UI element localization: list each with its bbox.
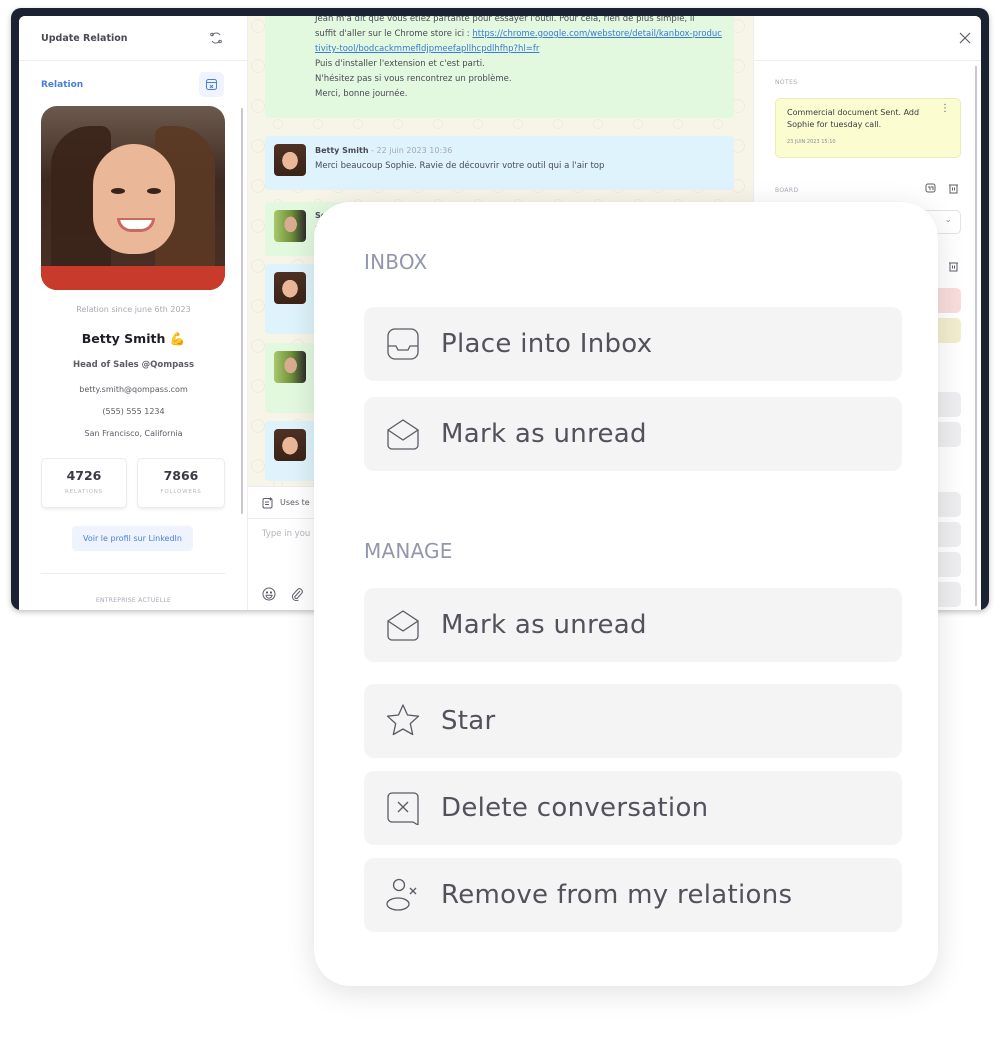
stat-value: 7866 — [163, 468, 199, 483]
stat-label: FOLLOWERS — [160, 489, 202, 495]
composer-tools — [262, 587, 304, 601]
trash-icon[interactable] — [948, 261, 959, 272]
emoji-icon[interactable] — [262, 587, 276, 601]
menu-item-label: Place into Inbox — [441, 329, 653, 359]
menu-item-label: Mark as unread — [441, 610, 647, 640]
message-text: Jean m'a dit que vous étiez partante pou… — [315, 16, 722, 99]
menu-item-label: Remove from my relations — [441, 880, 793, 910]
notes-label: NOTES — [775, 79, 798, 86]
contact-name: Betty Smith 💪 — [81, 331, 186, 346]
template-label: Uses te — [280, 498, 310, 507]
divider — [41, 573, 225, 574]
trash-icon[interactable] — [948, 183, 959, 194]
attachment-icon[interactable] — [290, 587, 304, 601]
contact-email: betty.smith@qompass.com — [79, 385, 188, 394]
delete-chat-icon — [385, 790, 421, 826]
place-into-inbox-button[interactable]: Place into Inbox — [364, 307, 902, 381]
message-text: Betty Smith - 22 juin 2023 10:36 Merci b… — [315, 143, 722, 174]
avatar — [274, 210, 306, 242]
board-label: BOARD — [775, 187, 799, 194]
mark-as-unread-button[interactable]: Mark as unread — [364, 397, 902, 471]
contact-phone: (555) 555 1234 — [102, 407, 165, 416]
menu-item-label: Delete conversation — [441, 793, 709, 823]
star-icon — [385, 703, 421, 739]
conversation-actions-menu: INBOX Place into Inbox Mark as unread MA… — [314, 202, 938, 986]
inbox-icon — [385, 326, 421, 362]
relation-panel-header: Update Relation — [19, 16, 247, 61]
menu-item-label: Star — [441, 706, 496, 736]
relation-panel: Update Relation Relation Relation since … — [19, 16, 248, 610]
remove-from-relations-button[interactable]: Remove from my relations — [364, 858, 902, 932]
message-body: Merci beaucoup Sophie. Ravie de découvri… — [315, 161, 605, 171]
right-scrollbar[interactable] — [975, 66, 977, 606]
details-panel-header — [754, 16, 981, 61]
relation-section-header: Relation — [19, 61, 247, 97]
calendar-x-icon — [206, 79, 217, 90]
stat-followers: 7866 FOLLOWERS — [137, 458, 225, 508]
message-input-placeholder[interactable]: Type in you — [262, 529, 310, 539]
current-company-label: ENTREPRISE ACTUELLE — [95, 597, 172, 604]
message-bubble: Betty Smith - 22 juin 2023 10:36 Merci b… — [265, 136, 734, 190]
avatar — [274, 144, 306, 176]
contact-job: Head of Sales @Qompass — [72, 360, 195, 370]
board-actions — [925, 183, 959, 194]
avatar — [274, 429, 306, 461]
note-date: 23 JUIN 2023 15:10 — [787, 139, 836, 145]
star-button[interactable]: Star — [364, 684, 902, 758]
board-icon[interactable] — [925, 183, 936, 194]
linkedin-profile-button[interactable]: Voir le profil sur LinkedIn — [72, 526, 193, 551]
template-icon — [262, 497, 273, 508]
more-options-icon[interactable]: ⋮ — [940, 104, 950, 114]
menu-section-inbox: INBOX — [364, 250, 428, 274]
stat-relations: 4726 RELATIONS — [41, 458, 127, 508]
relation-label: Relation — [41, 79, 84, 90]
relation-since: Relation since june 6th 2023 — [76, 305, 191, 314]
avatar — [274, 272, 306, 304]
calendar-remove-button[interactable] — [199, 72, 224, 97]
sync-icon[interactable] — [205, 27, 227, 49]
note-card[interactable]: Commercial document Sent. Add Sophie for… — [775, 98, 961, 158]
message-bubble: Jean m'a dit que vous étiez partante pou… — [265, 16, 734, 118]
menu-section-manage: MANAGE — [364, 539, 453, 563]
avatar — [274, 351, 306, 383]
panel-title: Update Relation — [41, 32, 128, 44]
profile-photo — [41, 106, 225, 290]
menu-item-label: Mark as unread — [441, 419, 647, 449]
stat-label: RELATIONS — [65, 489, 103, 495]
delete-conversation-button[interactable]: Delete conversation — [364, 771, 902, 845]
chevron-down-icon: ⌄ — [944, 215, 952, 225]
message-author: Betty Smith — [315, 146, 369, 155]
contact-location: San Francisco, California — [84, 429, 183, 438]
remove-user-icon — [385, 877, 421, 913]
mark-as-unread-button[interactable]: Mark as unread — [364, 588, 902, 662]
note-text: Commercial document Sent. Add Sophie for… — [787, 108, 920, 129]
message-date: - 22 juin 2023 10:36 — [368, 146, 453, 155]
stat-value: 4726 — [66, 468, 102, 483]
close-icon[interactable] — [957, 30, 973, 46]
envelope-open-icon — [385, 416, 421, 452]
envelope-open-icon — [385, 607, 421, 643]
